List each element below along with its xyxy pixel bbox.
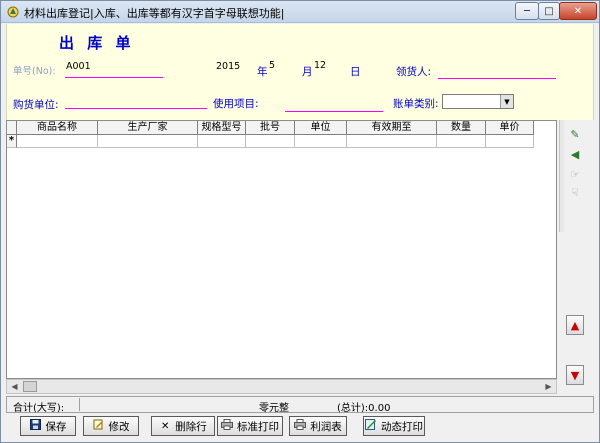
table-row-new[interactable]: * <box>7 135 534 148</box>
minimize-button[interactable]: ─ <box>515 2 539 20</box>
totals-bar: 合计(大写): 零元整 (总计):0.00 <box>6 396 594 414</box>
pointer-down-icon[interactable]: ☟ <box>568 186 582 199</box>
printer-icon <box>294 419 307 433</box>
project-field[interactable] <box>285 99 383 112</box>
day-value[interactable]: 12 <box>314 60 326 71</box>
maximize-button[interactable]: □ <box>538 2 560 20</box>
new-row-marker: * <box>7 135 17 148</box>
move-row-up-button[interactable]: ▲ <box>566 315 584 335</box>
form-title: 出 库 单 <box>59 34 135 52</box>
column-header[interactable]: 生产厂家 <box>98 121 198 135</box>
delete-x-icon: ✕ <box>161 420 170 432</box>
profit-table-button[interactable]: 利润表 <box>289 416 347 436</box>
scroll-thumb[interactable] <box>23 381 37 392</box>
column-header[interactable]: 规格型号 <box>198 121 246 135</box>
items-table[interactable]: 商品名称 生产厂家 规格型号 批号 单位 有效期至 数量 单价 * <box>6 120 557 379</box>
table-cell[interactable] <box>198 135 246 148</box>
floppy-disk-icon <box>30 419 42 433</box>
move-row-down-button[interactable]: ▼ <box>566 365 584 385</box>
row-header-corner <box>7 121 17 135</box>
scroll-left-icon[interactable]: ◀ <box>7 380 22 393</box>
year-value[interactable]: 2015 <box>216 61 240 72</box>
edit-button[interactable]: 修改 <box>83 416 139 436</box>
table-header: 商品名称 生产厂家 规格型号 批号 单位 有效期至 数量 单价 <box>7 121 534 135</box>
table-cell[interactable] <box>347 135 437 148</box>
column-header[interactable]: 有效期至 <box>347 121 437 135</box>
dynamic-print-button[interactable]: 动态打印 <box>363 416 425 436</box>
title-bar[interactable]: 材料出库登记|入库、出库等都有汉字首字母联想功能| ─ □ ✕ <box>1 1 599 23</box>
window-title: 材料出库登记|入库、出库等都有汉字首字母联想功能| <box>24 7 285 20</box>
table-cell[interactable] <box>17 135 98 148</box>
edit-pen-icon[interactable]: ✎ <box>568 128 582 141</box>
printer-icon <box>221 419 233 433</box>
profit-table-button-label: 利润表 <box>310 420 342 433</box>
month-value[interactable]: 5 <box>269 60 275 71</box>
table-cell[interactable] <box>295 135 347 148</box>
buyer-field[interactable] <box>65 96 207 109</box>
edit-document-icon <box>93 419 105 433</box>
insert-row-icon[interactable]: ◀ <box>568 148 582 161</box>
year-label: 年 <box>257 66 268 78</box>
table-cell[interactable] <box>437 135 486 148</box>
horizontal-scrollbar[interactable]: ◀ ▶ <box>6 379 557 394</box>
table-cell[interactable] <box>486 135 534 148</box>
main-window: 材料出库登记|入库、出库等都有汉字首字母联想功能| ─ □ ✕ 出 库 单 单号… <box>0 0 600 443</box>
pointer-right-icon[interactable]: ☞ <box>568 168 582 181</box>
standard-print-button-label: 标准打印 <box>237 420 279 433</box>
column-header[interactable]: 数量 <box>437 121 486 135</box>
column-header[interactable]: 单价 <box>486 121 534 135</box>
delete-row-button-label: 删除行 <box>175 420 207 433</box>
category-dropdown[interactable]: ▼ <box>442 94 514 109</box>
total-in-words: 零元整 <box>259 403 289 414</box>
category-label: 账单类别: <box>393 98 439 110</box>
close-button[interactable]: ✕ <box>559 2 597 20</box>
doc-no-label: 单号(No): <box>13 66 56 77</box>
column-header[interactable]: 批号 <box>246 121 295 135</box>
column-header[interactable]: 单位 <box>295 121 347 135</box>
design-print-icon <box>365 419 377 433</box>
total-sum: (总计):0.00 <box>337 403 391 414</box>
save-button-label: 保存 <box>45 420 67 433</box>
chevron-down-icon[interactable]: ▼ <box>500 95 513 108</box>
day-label: 日 <box>350 66 361 78</box>
month-label: 月 <box>302 66 313 78</box>
scroll-right-icon[interactable]: ▶ <box>541 380 556 393</box>
action-toolbar: 保存 修改 ✕ 删除行 标准打印 利润表 动态打印 <box>6 415 594 437</box>
app-icon <box>7 6 19 18</box>
dynamic-print-button-label: 动态打印 <box>381 420 423 433</box>
picker-field[interactable] <box>438 66 556 79</box>
edit-button-label: 修改 <box>108 420 130 433</box>
table-cell[interactable] <box>98 135 198 148</box>
row-tools-panel: ✎ ◀ ☞ ☟ ▲ ▼ <box>559 120 594 385</box>
buyer-label: 购货单位: <box>13 99 59 111</box>
delete-row-button[interactable]: ✕ 删除行 <box>151 416 215 436</box>
doc-no-field[interactable] <box>65 65 163 78</box>
total-label: 合计(大写): <box>13 403 65 414</box>
save-button[interactable]: 保存 <box>20 416 76 436</box>
totals-divider <box>79 398 80 411</box>
project-label: 使用项目: <box>213 98 259 110</box>
picker-label: 领货人: <box>396 66 432 78</box>
column-header[interactable]: 商品名称 <box>17 121 98 135</box>
standard-print-button[interactable]: 标准打印 <box>217 416 283 436</box>
outbound-form-header: 出 库 单 单号(No): A001 2015 年 5 月 12 日 领货人: … <box>6 24 594 120</box>
table-cell[interactable] <box>246 135 295 148</box>
vertical-scrollbar[interactable] <box>559 120 564 232</box>
